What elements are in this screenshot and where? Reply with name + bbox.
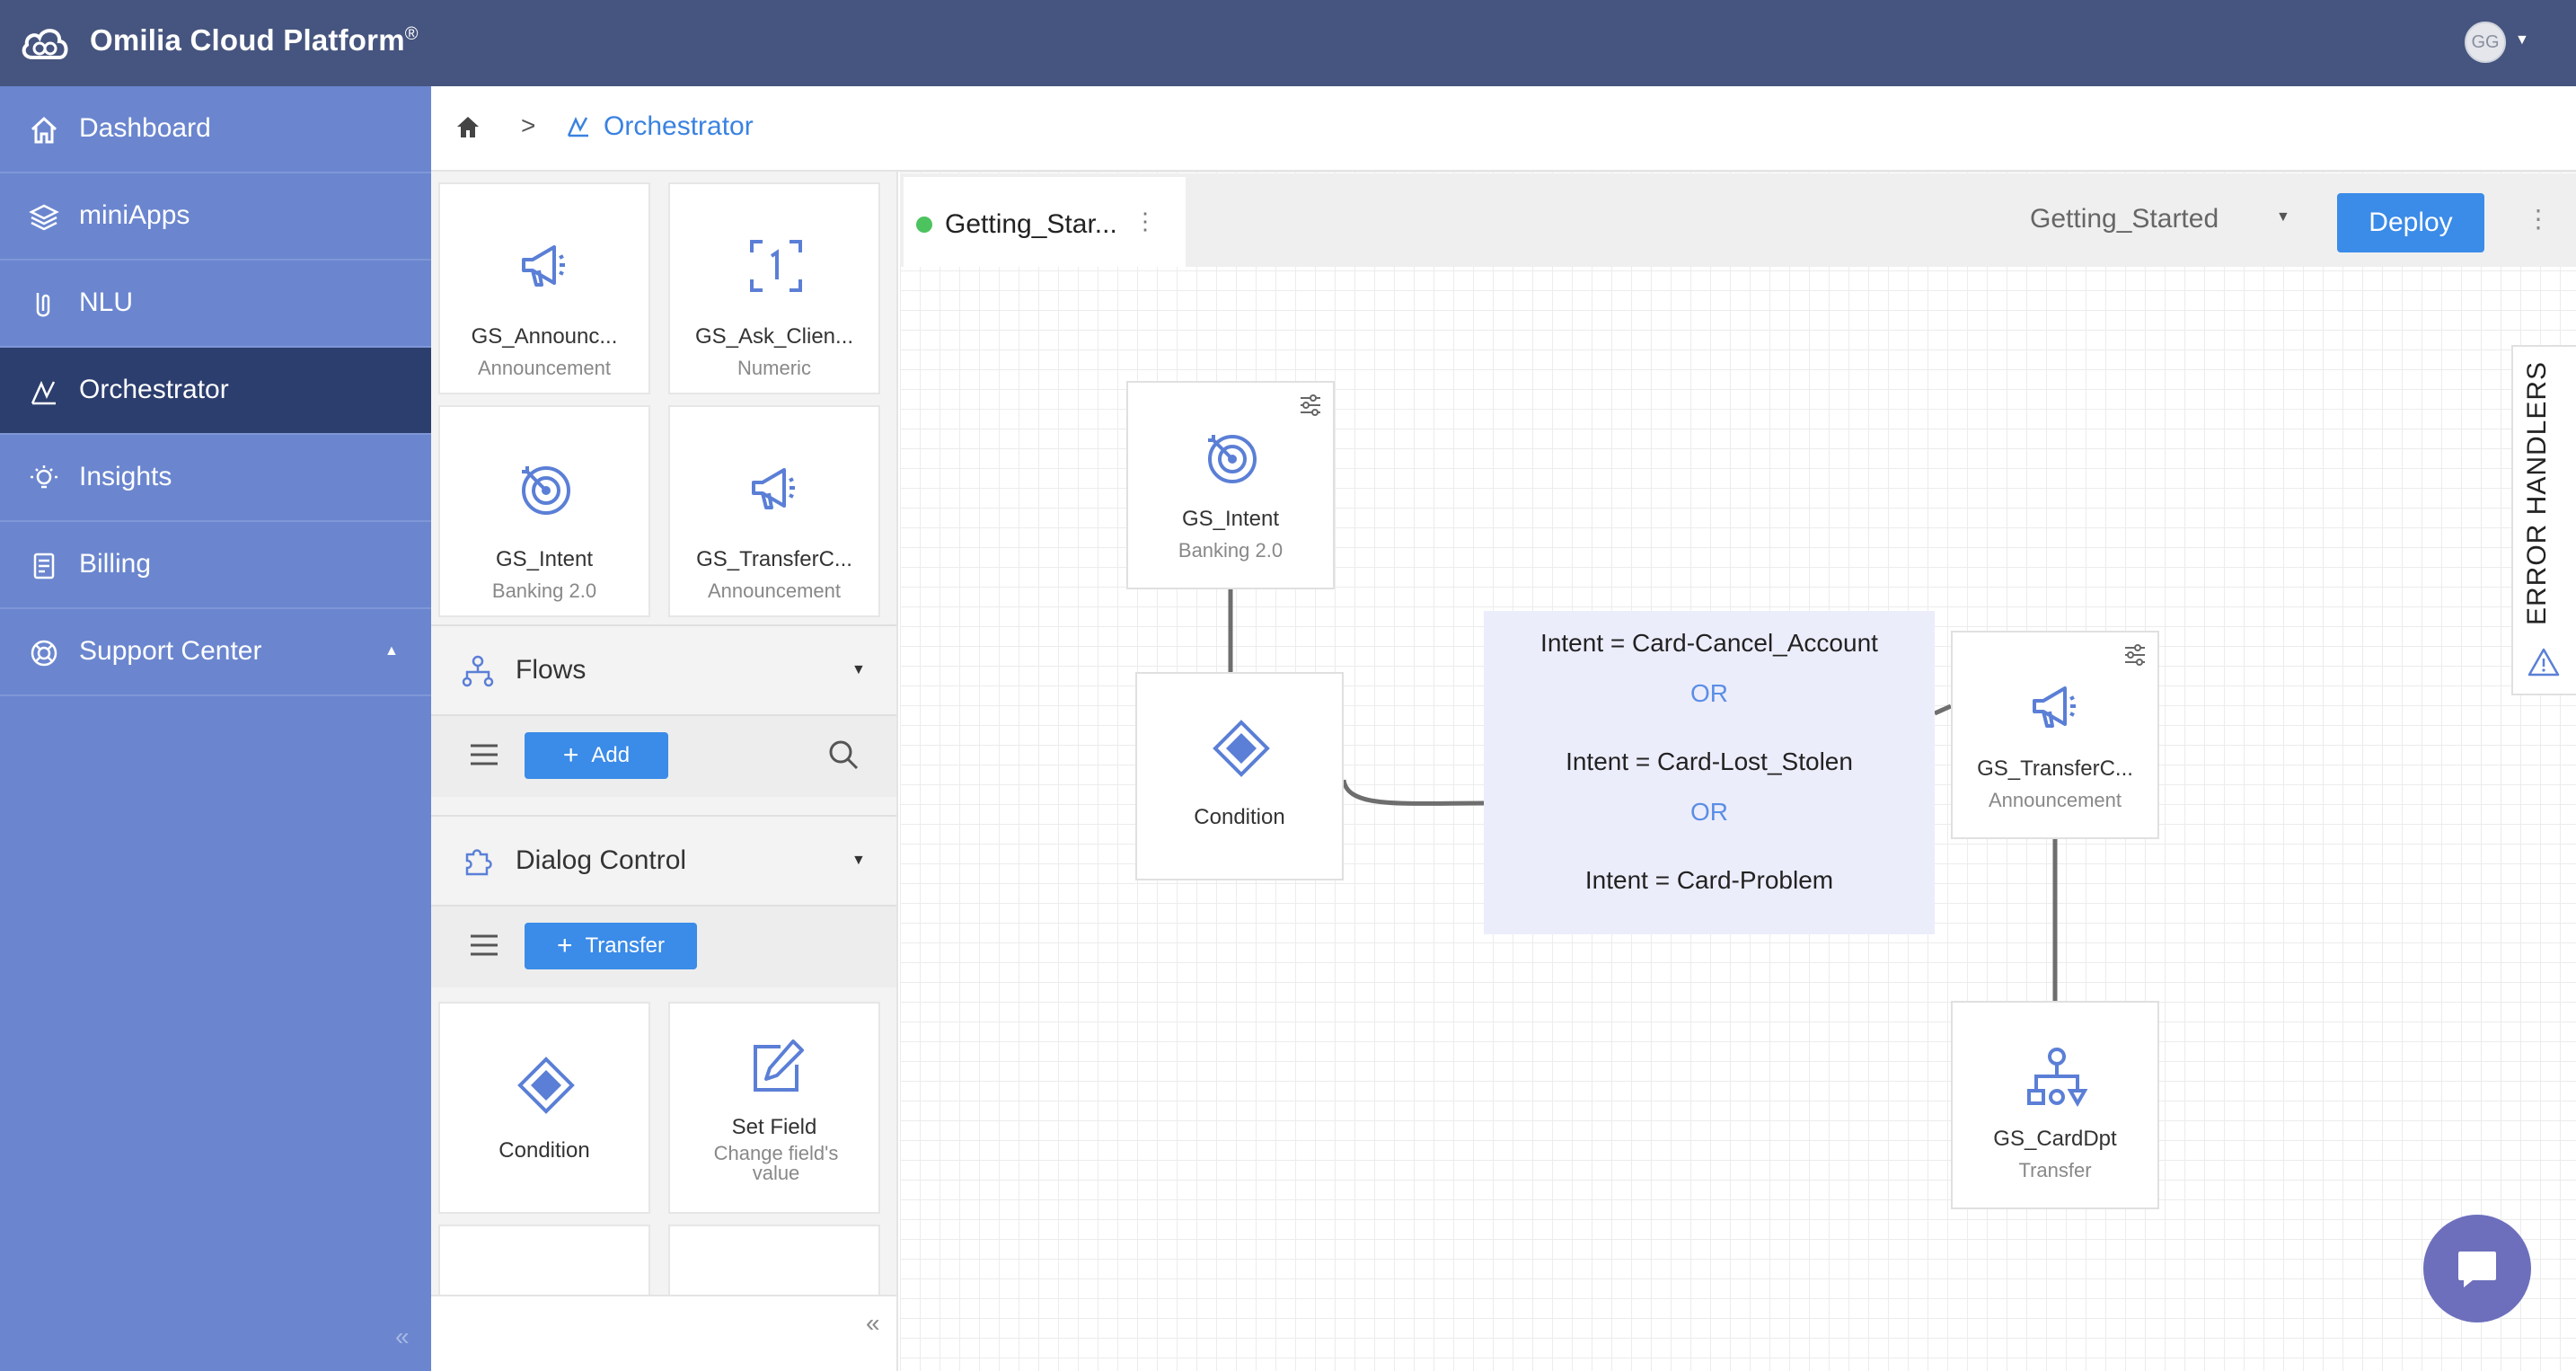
warning-icon bbox=[2527, 648, 2560, 677]
node-gs-transfer-announcement[interactable]: GS_TransferC... Announcement bbox=[1951, 631, 2159, 839]
node-type: Transfer bbox=[2018, 1159, 2092, 1181]
sitemap-icon bbox=[2027, 1048, 2088, 1108]
error-handlers-label: ERROR HANDLERS bbox=[2522, 360, 2552, 625]
node-gs-intent[interactable]: GS_Intent Banking 2.0 bbox=[1126, 381, 1335, 589]
node-name: GS_TransferC... bbox=[1977, 756, 2133, 781]
condition-rule[interactable]: Intent = Card-Lost_Stolen bbox=[1484, 747, 1935, 776]
chat-button[interactable] bbox=[2423, 1215, 2531, 1322]
condition-or: OR bbox=[1690, 798, 1728, 826]
target-icon bbox=[1208, 435, 1257, 483]
node-name: GS_Intent bbox=[1181, 507, 1280, 531]
node-name: Condition bbox=[1194, 805, 1285, 829]
megaphone-icon bbox=[2033, 686, 2076, 728]
condition-rule[interactable]: Intent = Card-Problem bbox=[1484, 866, 1935, 895]
settings-sliders-icon[interactable] bbox=[1299, 394, 1322, 417]
node-type: Announcement bbox=[1989, 789, 2122, 811]
error-handlers-panel[interactable]: ERROR HANDLERS bbox=[2511, 345, 2576, 695]
node-type: Banking 2.0 bbox=[1178, 539, 1284, 562]
node-name: GS_CardDpt bbox=[1993, 1127, 2117, 1151]
diamond-icon bbox=[1213, 720, 1270, 777]
settings-sliders-icon[interactable] bbox=[2123, 643, 2147, 667]
node-condition[interactable]: Condition bbox=[1135, 672, 1344, 880]
condition-or: OR bbox=[1690, 679, 1728, 707]
condition-rules-panel[interactable]: Intent = Card-Cancel_Account OR Intent =… bbox=[1484, 611, 1935, 934]
node-gs-carddpt[interactable]: GS_CardDpt Transfer bbox=[1951, 1001, 2159, 1209]
chat-icon bbox=[2458, 1252, 2496, 1287]
condition-rule[interactable]: Intent = Card-Cancel_Account bbox=[1484, 629, 1935, 658]
